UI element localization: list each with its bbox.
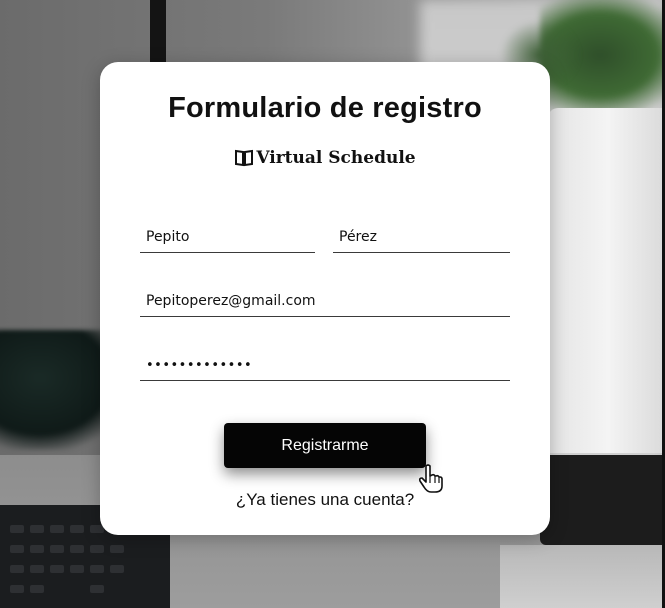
last-name-field (333, 222, 510, 253)
open-book-icon (235, 149, 254, 167)
brand-name: Virtual Schedule (256, 148, 416, 168)
brand: Virtual Schedule (100, 148, 550, 168)
email-input[interactable] (140, 286, 510, 316)
password-field (140, 350, 510, 381)
password-input[interactable] (140, 350, 510, 380)
first-name-field (140, 222, 315, 253)
last-name-input[interactable] (333, 222, 510, 252)
form-title: Formulario de registro (168, 92, 482, 124)
login-link[interactable]: ¿Ya tienes una cuenta? (100, 490, 550, 510)
registration-card: Formulario de registro Virtual Schedule … (100, 62, 550, 535)
first-name-input[interactable] (140, 222, 315, 252)
email-field (140, 286, 510, 317)
register-button[interactable]: Registrarme (224, 423, 426, 468)
